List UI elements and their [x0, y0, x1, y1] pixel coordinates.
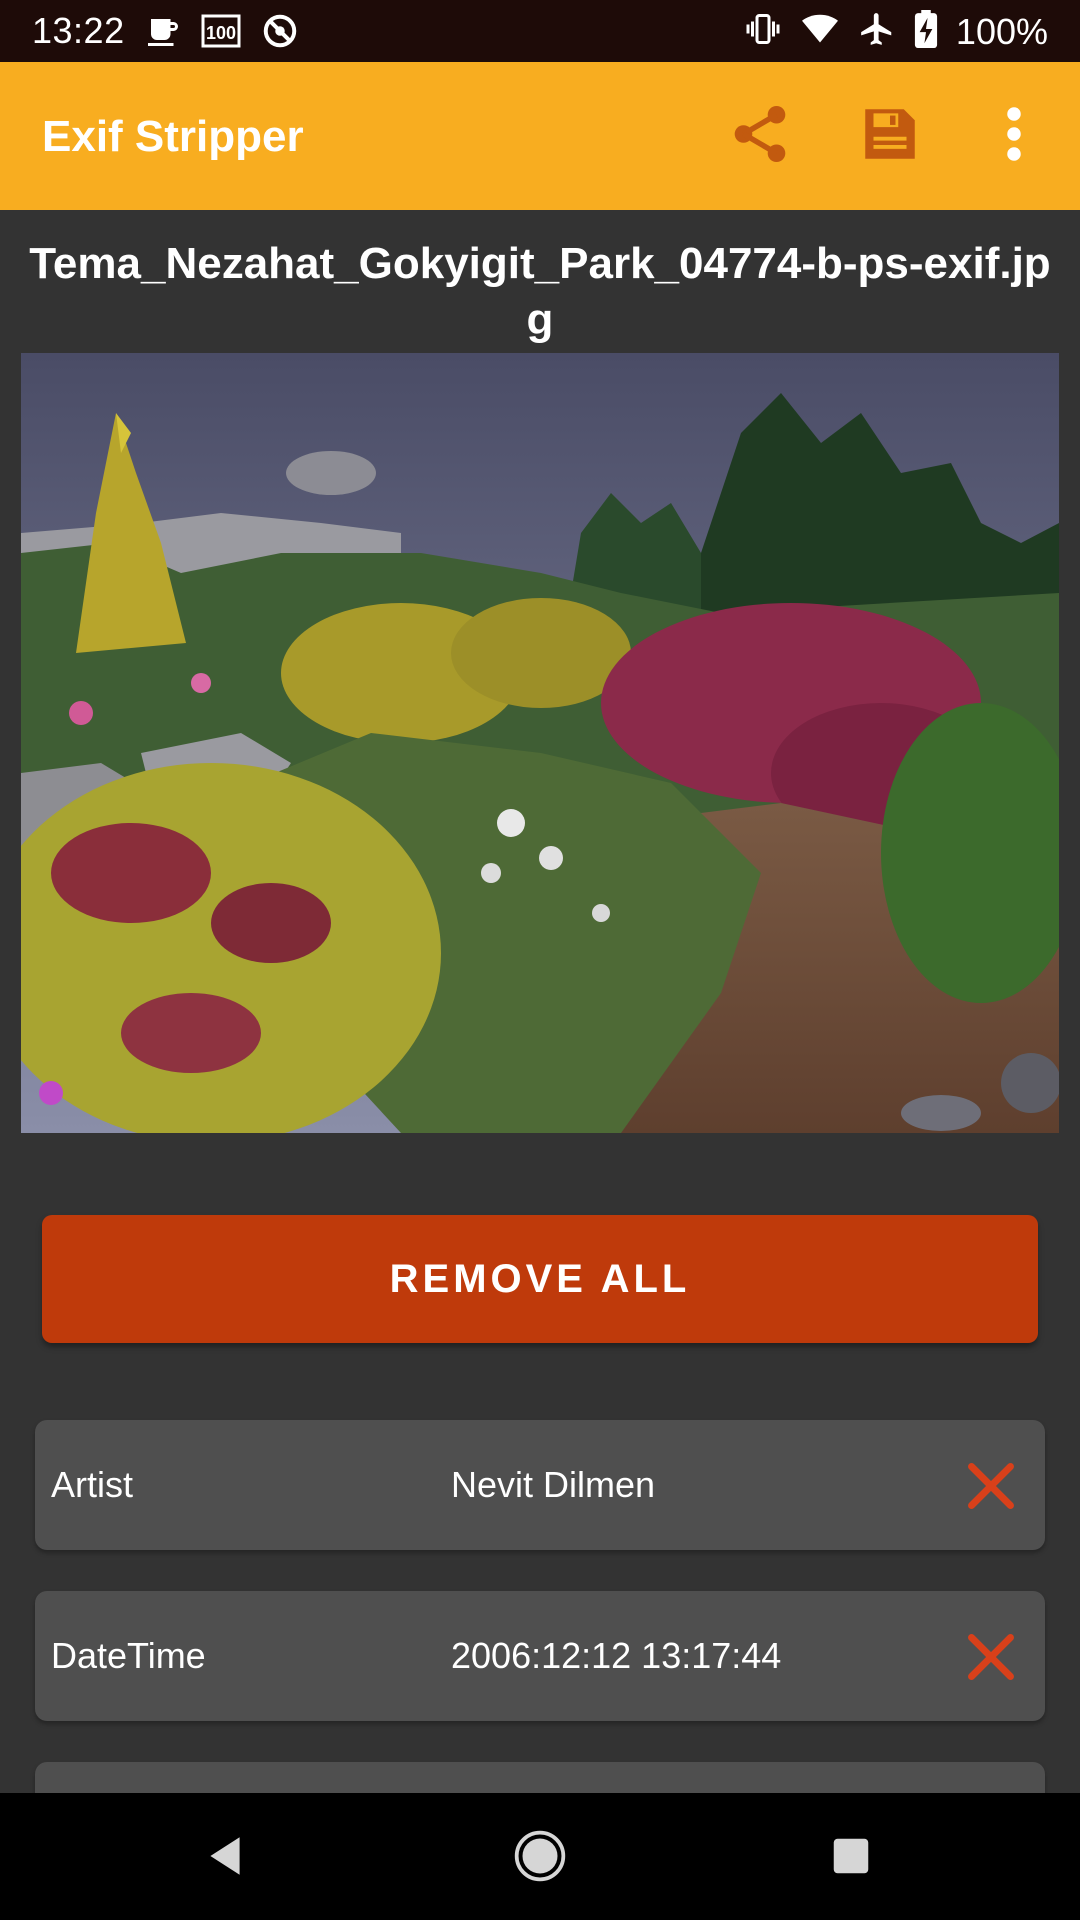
photo-preview	[21, 353, 1059, 1133]
file-name: Tema_Nezahat_Gokyigit_Park_04774-b-ps-ex…	[29, 239, 1051, 344]
status-time: 13:22	[32, 10, 125, 51]
status-bar: 13:22 100 100%	[0, 0, 1080, 62]
navigation-bar	[0, 1793, 1080, 1920]
exif-value: Nevit Dilmen	[451, 1464, 656, 1505]
remove-all-button[interactable]: REMOVE ALL	[42, 1215, 1038, 1343]
sync-off-icon	[261, 12, 299, 55]
share-icon	[727, 101, 793, 172]
exif-row-artist: Artist Nevit Dilmen	[35, 1420, 1045, 1550]
svg-text:100: 100	[206, 23, 236, 43]
badge-100-icon: 100	[201, 13, 241, 54]
close-icon	[965, 1634, 1017, 1687]
more-vert-icon	[1004, 104, 1024, 169]
battery-charging-icon	[914, 10, 938, 53]
screen: 13:22 100 100% Exif Stripper Tema_Nezaha…	[0, 0, 1080, 1920]
save-icon	[857, 101, 923, 172]
close-icon	[965, 1463, 1017, 1516]
exif-key: Artist	[51, 1464, 134, 1505]
back-button[interactable]	[190, 1823, 260, 1893]
remove-datetime-button[interactable]	[965, 1631, 1017, 1683]
exif-key: DateTime	[51, 1635, 206, 1676]
save-button[interactable]	[852, 98, 928, 174]
home-button[interactable]	[505, 1823, 575, 1893]
exif-value: 2006:12:12 13:17:44	[451, 1635, 782, 1676]
more-options-button[interactable]	[984, 98, 1044, 174]
recents-icon	[828, 1833, 874, 1884]
share-button[interactable]	[722, 98, 798, 174]
battery-percentage: 100%	[955, 10, 1048, 52]
home-icon	[512, 1828, 568, 1889]
status-right-icons: 100%	[744, 10, 1048, 53]
vibrate-icon	[744, 11, 782, 52]
app-title: Exif Stripper	[42, 112, 304, 161]
recents-button[interactable]	[816, 1823, 886, 1893]
exif-row-datetime: DateTime 2006:12:12 13:17:44	[35, 1591, 1045, 1721]
wifi-icon	[800, 11, 840, 52]
status-left-icons: 100	[145, 12, 299, 55]
remove-artist-button[interactable]	[965, 1460, 1017, 1512]
airplane-icon	[858, 10, 896, 53]
app-bar: Exif Stripper	[0, 62, 1080, 210]
back-icon	[200, 1831, 250, 1886]
coffee-icon	[145, 13, 181, 54]
